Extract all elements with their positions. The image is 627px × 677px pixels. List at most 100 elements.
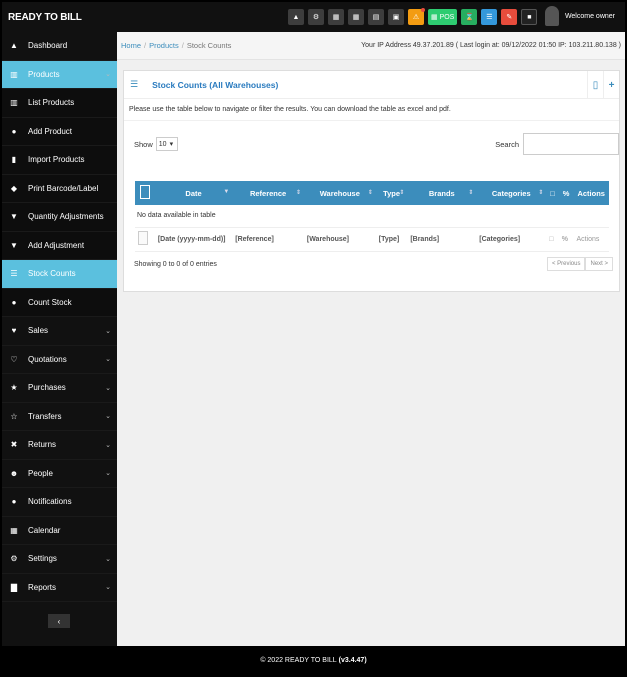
brand-logo[interactable]: READY TO BILL — [2, 12, 117, 23]
chart-icon: ▇ — [10, 582, 18, 592]
sidebar-item-settings[interactable]: ⚙ Settings ⌄ — [2, 545, 117, 574]
next-page-button[interactable]: Next > — [585, 257, 613, 271]
sidebar-item-label: Products — [28, 69, 60, 79]
list-icon: ☰ — [10, 269, 18, 279]
sidebar-item-add-adjustment[interactable]: ▼ Add Adjustment — [2, 231, 117, 260]
pos-label: POS — [439, 13, 455, 21]
page-size-select[interactable]: 10 ▾ — [155, 137, 178, 151]
col-brands[interactable]: Brands ⇕ — [407, 181, 476, 205]
sidebar-item-add-product[interactable]: ● Add Product — [2, 117, 117, 146]
panel-header: ☰ Stock Counts (All Warehouses) ▯ + — [124, 71, 619, 99]
user-menu[interactable]: Welcome owner — [544, 6, 615, 26]
select-all-checkbox[interactable] — [139, 185, 150, 199]
calendar-icon[interactable]: ▦ — [348, 9, 364, 25]
sidebar-item-label: Quotations — [28, 354, 67, 364]
sidebar-item-returns[interactable]: ✖ Returns ⌄ — [2, 431, 117, 460]
previous-page-button[interactable]: < Previous — [546, 257, 586, 271]
col-type[interactable]: Type ⇕ — [376, 181, 408, 205]
filter-date[interactable]: [Date (yyyy-mm-dd)] — [154, 227, 233, 252]
hourglass-icon[interactable]: ⌛ — [461, 9, 478, 25]
breadcrumb-products-link[interactable]: Products — [149, 41, 179, 50]
breadcrumb-current: Stock Counts — [186, 41, 232, 50]
barcode-icon: ▥ — [10, 98, 18, 108]
sidebar-item-count-stock[interactable]: ● Count Stock — [2, 288, 117, 317]
sidebar-item-print-barcode[interactable]: ◆ Print Barcode/Label — [2, 174, 117, 203]
pos-button[interactable]: ▦ POS — [428, 9, 458, 25]
add-icon[interactable]: + — [603, 71, 619, 99]
warehouse-icon[interactable]: ▯ — [587, 71, 603, 99]
table-filter-row: [Date (yyyy-mm-dd)] [Reference] [Warehou… — [135, 227, 609, 252]
filter-checkbox-cell — [135, 227, 155, 252]
sidebar-item-transfers[interactable]: ☆ Transfers ⌄ — [2, 403, 117, 431]
filter-type[interactable]: [Type] — [375, 227, 408, 252]
sidebar-item-sales[interactable]: ♥ Sales ⌄ — [2, 317, 117, 346]
plus-circle-icon: ● — [11, 297, 17, 307]
empty-message: No data available in table — [135, 205, 609, 228]
welcome-text: Welcome owner — [564, 12, 615, 20]
col-date[interactable]: Date ▼ — [155, 181, 232, 205]
stock-counts-panel: ☰ Stock Counts (All Warehouses) ▯ + Plea… — [123, 70, 620, 292]
filter-brands[interactable]: [Brands] — [407, 227, 477, 252]
filter-categories[interactable]: [Categories] — [476, 227, 547, 252]
calculator-icon[interactable]: ▦ — [328, 9, 344, 25]
dashboard-icon[interactable]: ▲ — [288, 9, 304, 25]
sidebar-item-dashboard[interactable]: ▲ Dashboard — [2, 32, 117, 61]
sidebar-item-quantity-adjustments[interactable]: ▼ Quantity Adjustments — [2, 203, 117, 232]
sidebar-item-products[interactable]: ▥ Products ⌄ — [2, 60, 117, 89]
sidebar-item-label: Count Stock — [28, 297, 72, 307]
heart-icon: ♥ — [11, 326, 17, 336]
intro-text: Please use the table below to navigate o… — [124, 99, 619, 121]
page-size-control: Show 10 ▾ — [134, 137, 178, 151]
sidebar-item-label: Print Barcode/Label — [28, 183, 99, 193]
col-reference[interactable]: Reference ⇕ — [232, 181, 304, 205]
dashboard-icon: ▲ — [10, 41, 18, 51]
sidebar-item-people[interactable]: ☻ People ⌄ — [2, 460, 117, 488]
sort-icon: ▼ — [223, 188, 230, 195]
filter-icon: ▼ — [10, 212, 18, 222]
chevron-down-icon: ⌄ — [105, 356, 111, 364]
sidebar-item-stock-counts[interactable]: ☰ Stock Counts — [2, 260, 117, 289]
select-all-cell — [135, 181, 155, 205]
table-header-row: Date ▼ Reference ⇕ Warehouse ⇕ Type ⇕ Brands… — [135, 181, 609, 205]
footer-version: (v3.4.47) — [338, 657, 367, 664]
col-warehouse[interactable]: Warehouse ⇕ — [304, 181, 376, 205]
col-categories[interactable]: Categories ⇕ — [476, 181, 546, 205]
info-icon: ● — [11, 497, 17, 507]
file-icon: ▮ — [11, 155, 17, 165]
chevron-down-icon: ⌄ — [105, 413, 111, 421]
users-icon: ☻ — [9, 468, 19, 478]
breadcrumb-home-link[interactable]: Home — [121, 41, 141, 50]
cog-icon: ⚙ — [10, 554, 18, 564]
breadcrumb: Home / Products / Stock Counts — [121, 41, 232, 50]
col-link: % — [559, 181, 574, 205]
alert-icon[interactable]: ⚠ — [408, 8, 425, 25]
settings-icon[interactable]: ⚙ — [308, 9, 324, 25]
top-bar: READY TO BILL ▲ ⚙ ▦ ▦ ▤ ▣ ⚠ ▦ POS ⌛ ☰ ✎ … — [2, 2, 625, 32]
sidebar-item-reports[interactable]: ▇ Reports ⌄ — [2, 574, 117, 602]
filter-checkbox[interactable] — [138, 231, 148, 245]
sidebar-item-calendar[interactable]: ▦ Calendar — [2, 517, 117, 545]
sidebar-item-list-products[interactable]: ▥ List Products — [2, 89, 117, 118]
sidebar-item-quotations[interactable]: ♡ Quotations ⌄ — [2, 346, 117, 374]
filter-actions: Actions — [573, 227, 609, 252]
eraser-icon[interactable]: ✎ — [501, 9, 518, 25]
language-flag-icon[interactable]: ▣ — [388, 9, 404, 25]
filter-reference[interactable]: [Reference] — [232, 227, 304, 252]
top-toolbar: ▲ ⚙ ▦ ▦ ▤ ▣ ⚠ ▦ POS ⌛ ☰ ✎ ■ — [288, 8, 538, 25]
menu-icon[interactable]: ■ — [521, 9, 538, 25]
calendar-icon: ▦ — [10, 525, 18, 535]
search-input[interactable] — [523, 133, 619, 155]
list-icon[interactable]: ☰ — [481, 9, 498, 25]
filter-warehouse[interactable]: [Warehouse] — [303, 227, 376, 252]
star-outline-icon: ☆ — [10, 411, 18, 421]
sidebar-item-label: List Products — [28, 98, 75, 108]
barcode-icon: ▥ — [10, 69, 18, 79]
sticky-note-icon[interactable]: ▤ — [368, 9, 384, 25]
sidebar-item-purchases[interactable]: ★ Purchases ⌄ — [2, 374, 117, 403]
search-control: Search — [495, 133, 619, 155]
sidebar-item-notifications[interactable]: ● Notifications — [2, 488, 117, 517]
sidebar-collapse-button[interactable]: ‹ — [48, 614, 70, 628]
heart-outline-icon: ♡ — [10, 354, 18, 364]
breadcrumb-bar: Home / Products / Stock Counts Your IP Addre… — [117, 32, 625, 60]
sidebar-item-import-products[interactable]: ▮ Import Products — [2, 146, 117, 175]
